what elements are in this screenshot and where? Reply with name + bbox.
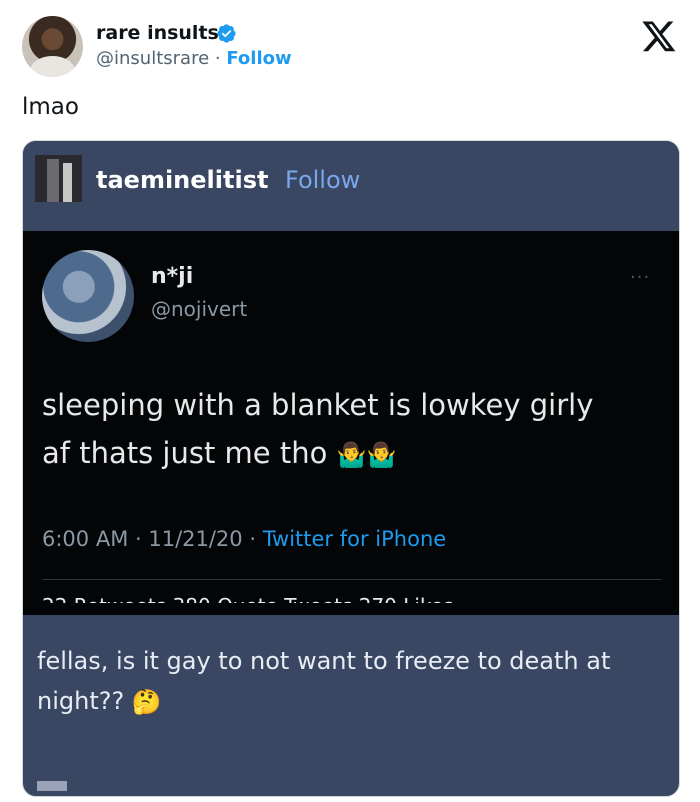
more-options-icon: ··· xyxy=(630,267,651,288)
verified-badge-icon xyxy=(217,24,236,43)
tumblr-reply-text: fellas, is it gay to not want to freeze … xyxy=(37,641,667,722)
tumblr-reply-line-1: fellas, is it gay to not want to freeze … xyxy=(37,647,611,675)
tumblr-follow-label: Follow xyxy=(285,166,361,194)
embedded-tweet-body: sleeping with a blanket is lowkey girly … xyxy=(42,381,662,479)
author-avatar[interactable] xyxy=(22,16,83,77)
embedded-tweet-line-1: sleeping with a blanket is lowkey girly xyxy=(42,388,594,422)
embedded-tweet-meta: 6:00 AM · 11/21/20 · Twitter for iPhone xyxy=(42,527,446,551)
embedded-tweet-stats: 22 Retweets 380 Quote Tweets 270 Likes xyxy=(42,591,602,603)
embedded-tweet-name: n*ji xyxy=(151,264,194,289)
embedded-tweet-source: Twitter for iPhone xyxy=(262,527,447,551)
tumblr-post-header: taeminelitist Follow xyxy=(23,141,679,231)
x-logo-icon[interactable] xyxy=(641,18,677,54)
shrug-emoji-icon: 🤷‍♂️🤷‍♂️ xyxy=(336,441,397,469)
separator-dot: · xyxy=(214,48,221,69)
author-handle[interactable]: @insultsrare xyxy=(96,48,209,69)
embedded-tweet-time: 6:00 AM · 11/21/20 · xyxy=(42,527,263,551)
divider xyxy=(42,579,662,580)
tweet-text: lmao xyxy=(22,94,79,120)
tumblr-username: taeminelitist xyxy=(96,166,269,194)
follow-button[interactable]: Follow xyxy=(226,48,291,69)
author-handle-line: @insultsrare · Follow xyxy=(96,48,292,70)
embedded-tweet-line-2: af thats just me tho 🤷‍♂️🤷‍♂️ xyxy=(42,429,662,479)
tumblr-reply-line-2-text: night?? xyxy=(37,687,125,715)
embedded-tweet-screenshot: n*ji @nojivert ··· sleeping with a blank… xyxy=(23,231,679,615)
tweet-media-image[interactable]: taeminelitist Follow n*ji @nojivert ··· … xyxy=(22,140,680,797)
embedded-tweet-avatar xyxy=(42,250,134,342)
faded-element xyxy=(37,781,67,791)
tumblr-avatar xyxy=(35,155,82,202)
embedded-tweet-handle: @nojivert xyxy=(151,297,248,321)
embedded-tweet-line-2-text: af thats just me tho xyxy=(42,436,328,470)
thinking-emoji-icon: 🤔 xyxy=(131,688,162,716)
author-display-name[interactable]: rare insults xyxy=(96,22,219,44)
tumblr-reply-line-2: night?? 🤔 xyxy=(37,681,667,722)
